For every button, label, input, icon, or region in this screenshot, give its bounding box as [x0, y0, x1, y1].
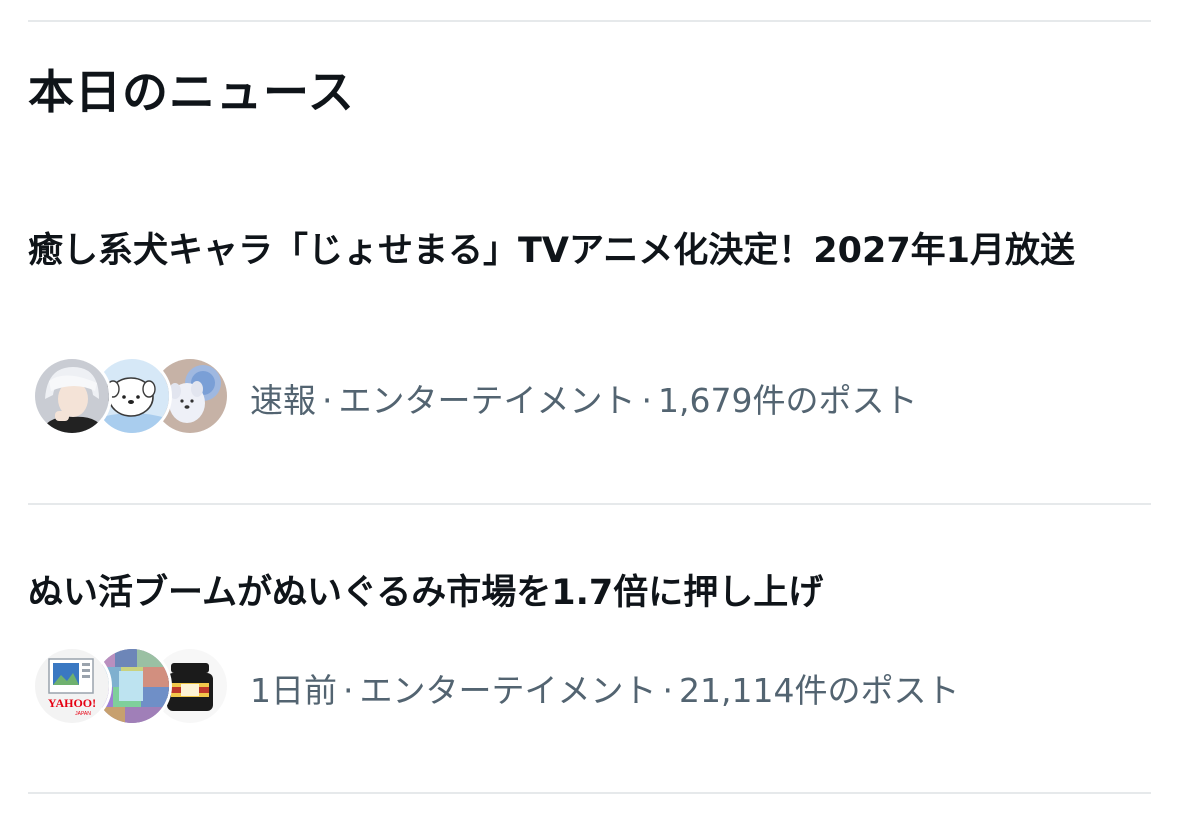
- section-title: 本日のニュース: [28, 65, 355, 119]
- japan-logo-text: JAPAN: [75, 711, 91, 717]
- avatar-stack: YAHOO! JAPAN: [32, 646, 230, 730]
- item-divider: [28, 792, 1151, 794]
- news-post-count: 21,114件のポスト: [679, 671, 960, 710]
- yahoo-japan-news-avatar: YAHOO! JAPAN: [32, 646, 112, 726]
- meta-separator: ·: [322, 381, 333, 420]
- news-time: 1日前: [250, 671, 337, 710]
- avatar-stack: [32, 356, 230, 440]
- item-divider: [28, 503, 1151, 505]
- news-item[interactable]: ぬい活ブームがぬいぐるみ市場を1.7倍に押し上げ YAHOO! JAPAN 1日…: [0, 562, 1179, 792]
- meta-separator: ·: [343, 671, 354, 710]
- news-category: エンターテイメント: [359, 671, 657, 710]
- news-meta: 速報 · エンターテイメント · 1,679件のポスト: [250, 374, 917, 422]
- meta-separator: ·: [641, 381, 653, 420]
- news-item[interactable]: 癒し系犬キャラ「じょせまる」TVアニメ化決定！2027年1月放送 速報 · エン…: [0, 220, 1179, 502]
- news-meta-row: 速報 · エンターテイメント · 1,679件のポスト: [32, 356, 917, 440]
- news-meta-row: YAHOO! JAPAN 1日前 · エンターテイメント · 21,114件のポ…: [32, 646, 959, 730]
- person-avatar: [32, 356, 112, 436]
- news-meta: 1日前 · エンターテイメント · 21,114件のポスト: [250, 664, 959, 712]
- top-divider: [28, 20, 1151, 22]
- news-time: 速報: [250, 381, 316, 420]
- yahoo-logo-text: YAHOO!: [48, 696, 96, 710]
- news-post-count: 1,679件のポスト: [658, 381, 918, 420]
- news-headline[interactable]: ぬい活ブームがぬいぐるみ市場を1.7倍に押し上げ: [28, 566, 1148, 620]
- news-category: エンターテイメント: [338, 381, 636, 420]
- news-headline[interactable]: 癒し系犬キャラ「じょせまる」TVアニメ化決定！2027年1月放送: [28, 224, 1148, 278]
- meta-separator: ·: [662, 671, 674, 710]
